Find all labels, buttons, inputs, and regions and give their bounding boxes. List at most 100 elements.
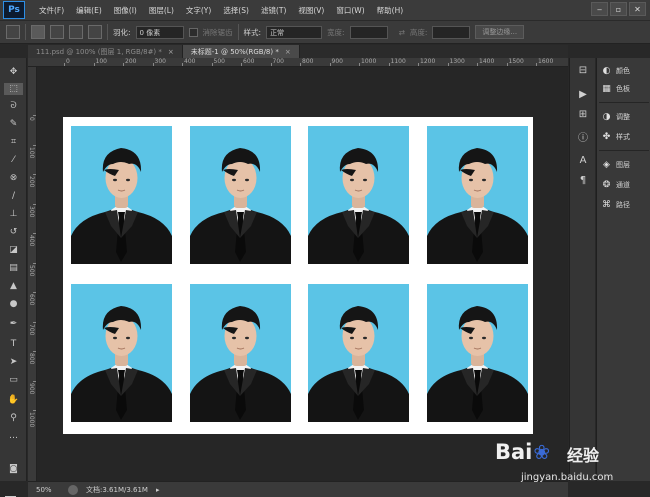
width-label: 宽度:: [327, 27, 345, 37]
menu-filter[interactable]: 滤镜(T): [255, 5, 292, 16]
menu-select[interactable]: 选择(S): [217, 5, 255, 16]
document-canvas[interactable]: [63, 117, 533, 434]
path-selection-icon[interactable]: ➤: [7, 356, 20, 368]
id-photo: [71, 284, 172, 422]
rectangular-marquee-icon[interactable]: ⬚: [4, 83, 23, 95]
menu-type[interactable]: 文字(Y): [180, 5, 217, 16]
portrait-image: [71, 306, 172, 422]
antialias-label: 消除锯齿: [202, 27, 233, 37]
adjustments-icon: ◑: [602, 112, 611, 122]
ruler-tick-label: 0: [66, 58, 70, 65]
ruler-tick-label: 500: [28, 264, 35, 276]
menu-image[interactable]: 图像(I): [108, 5, 143, 16]
portrait-image: [308, 148, 409, 264]
ruler-tick-label: 1500: [508, 58, 524, 65]
zoom-level[interactable]: 50%: [36, 486, 60, 494]
id-photo: [426, 126, 528, 264]
feather-label: 羽化:: [113, 27, 131, 37]
menu-view[interactable]: 视图(V): [292, 5, 330, 16]
ruler-tick-label: 1100: [390, 58, 406, 65]
subtract-selection-icon[interactable]: [69, 25, 83, 39]
ruler-tick-label: 700: [28, 323, 35, 335]
paths-icon: ⌘: [602, 200, 611, 210]
clone-stamp-icon[interactable]: ⊥: [7, 208, 20, 220]
blur-icon[interactable]: ▲: [7, 280, 20, 292]
menu-bar: Ps 文件(F) 编辑(E) 图像(I) 图层(L) 文字(Y) 选择(S) 滤…: [0, 0, 650, 20]
tab-document-2[interactable]: 未标题-1 @ 50%(RGB/8) * ×: [182, 45, 300, 58]
width-input[interactable]: [349, 25, 388, 39]
info-icon[interactable]: ⓘ: [576, 130, 590, 144]
divider: [599, 102, 649, 103]
quick-select-icon[interactable]: ✎: [7, 118, 20, 130]
panel-styles[interactable]: ✤ 样式: [601, 130, 649, 144]
document-tabs: 111.psd @ 100% (图层 1, RGB/8#) * × 未标题-1 …: [28, 45, 568, 58]
status-menu-arrow-icon[interactable]: ▸: [156, 486, 160, 494]
panel-layers[interactable]: ◈ 图层: [601, 158, 649, 172]
style-select[interactable]: 正常: [266, 25, 323, 39]
ruler-tick-label: 200: [125, 58, 137, 65]
history-icon[interactable]: ⊟: [576, 64, 590, 77]
lasso-icon[interactable]: ᘐ: [7, 100, 20, 112]
eyedropper-icon[interactable]: ⁄: [7, 154, 20, 166]
menu-layer[interactable]: 图层(L): [143, 5, 180, 16]
hand-icon[interactable]: ✋: [7, 394, 20, 406]
actions-icon[interactable]: ▶: [576, 88, 590, 101]
menu-help[interactable]: 帮助(H): [371, 5, 410, 16]
swatches-icon: ▦: [602, 84, 611, 94]
menu-items: 文件(F) 编辑(E) 图像(I) 图层(L) 文字(Y) 选择(S) 滤镜(T…: [33, 5, 409, 16]
panel-group: ◐ 颜色 ▦ 色板 ◑ 调整 ✤ 样式 ◈ 图层 ❂ 通道 ⌘ 路径: [596, 58, 650, 481]
marquee-preset-icon[interactable]: [6, 25, 20, 39]
brush-icon[interactable]: ∕: [7, 190, 20, 202]
refine-edge-button[interactable]: 调整边缘...: [475, 25, 525, 39]
new-selection-icon[interactable]: [31, 25, 45, 39]
vertical-ruler: 0 100 200 300 400 500 600 700 800 900 1000: [28, 67, 37, 481]
more-tools-icon[interactable]: …: [7, 430, 20, 442]
panel-swatches[interactable]: ▦ 色板: [601, 82, 649, 96]
type-icon[interactable]: T: [7, 338, 20, 350]
paragraph-icon[interactable]: ¶: [576, 174, 590, 187]
menu-edit[interactable]: 编辑(E): [70, 5, 108, 16]
add-selection-icon[interactable]: [50, 25, 64, 39]
tab-document-1[interactable]: 111.psd @ 100% (图层 1, RGB/8#) * ×: [28, 45, 183, 58]
close-icon[interactable]: ×: [285, 48, 291, 56]
panel-color[interactable]: ◐ 颜色: [601, 64, 649, 78]
menu-file[interactable]: 文件(F): [33, 5, 70, 16]
swap-icon[interactable]: ⇄: [399, 28, 405, 37]
eraser-icon[interactable]: ◪: [7, 244, 20, 256]
history-brush-icon[interactable]: ↺: [7, 226, 20, 238]
pen-icon[interactable]: ✒: [7, 318, 20, 330]
properties-icon[interactable]: ⊞: [576, 108, 590, 121]
move-tool-icon[interactable]: ✥: [7, 66, 20, 78]
panel-label: 路径: [616, 201, 630, 209]
app-logo: Ps: [3, 1, 25, 19]
quick-mask-icon[interactable]: ◙: [7, 463, 20, 475]
feather-input[interactable]: 0 像素: [135, 25, 184, 39]
character-icon[interactable]: A: [576, 154, 590, 167]
id-photo: [426, 284, 528, 422]
panel-adjustments[interactable]: ◑ 调整: [601, 110, 649, 124]
close-button[interactable]: ✕: [629, 2, 646, 16]
palette-icon: ◐: [602, 66, 611, 76]
gradient-icon[interactable]: ▤: [7, 262, 20, 274]
panel-paths[interactable]: ⌘ 路径: [601, 198, 649, 212]
canvas-area[interactable]: [37, 67, 568, 481]
ruler-tick-label: 100: [95, 58, 107, 65]
zoom-icon[interactable]: ⚲: [7, 412, 20, 424]
close-icon[interactable]: ×: [168, 48, 174, 56]
restore-button[interactable]: ▫: [610, 2, 627, 16]
antialias-checkbox[interactable]: [188, 27, 198, 37]
ruler-tick-label: 1400: [479, 58, 495, 65]
panel-channels[interactable]: ❂ 通道: [601, 178, 649, 192]
intersect-selection-icon[interactable]: [88, 25, 102, 39]
minimize-button[interactable]: ‒: [591, 2, 608, 16]
ruler-tick-label: 400: [28, 235, 35, 247]
panel-label: 调整: [616, 113, 630, 121]
layers-icon: ◈: [603, 160, 610, 170]
crop-icon[interactable]: ⌗: [7, 136, 20, 148]
shape-icon[interactable]: ▭: [7, 374, 20, 386]
dodge-icon[interactable]: ●: [7, 298, 20, 310]
menu-window[interactable]: 窗口(W): [330, 5, 370, 16]
height-input[interactable]: [432, 25, 471, 39]
spot-healing-icon[interactable]: ⊗: [7, 172, 20, 184]
share-icon[interactable]: [68, 484, 78, 495]
